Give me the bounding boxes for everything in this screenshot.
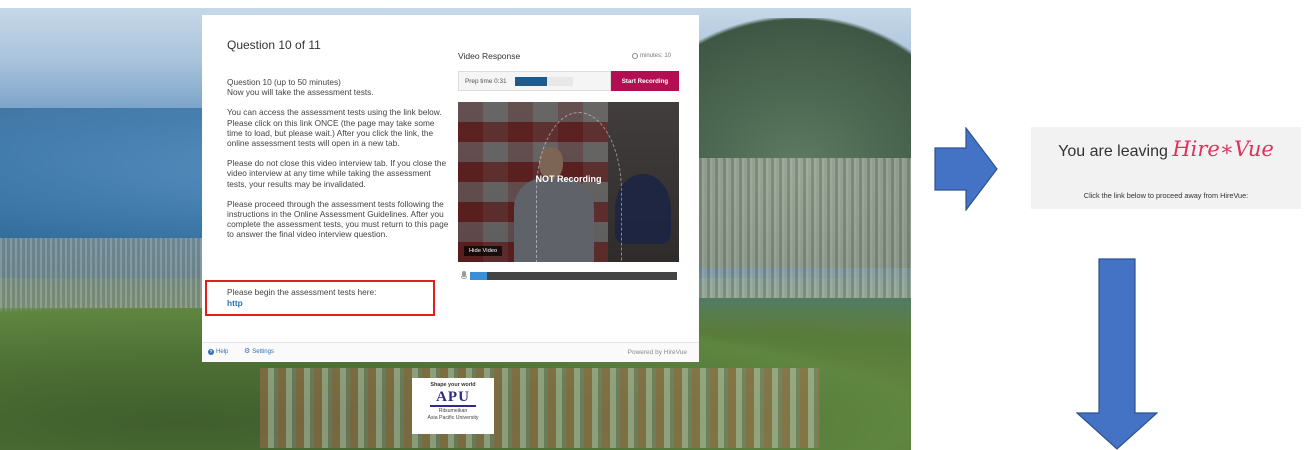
- prep-time-bar: Prep time 0:31: [458, 71, 611, 91]
- question-text: Question 10 (up to 50 minutes) Now you w…: [227, 77, 449, 250]
- arrow-down: [1076, 258, 1158, 450]
- question-paragraph: Please proceed through the assessment te…: [227, 198, 449, 240]
- question-title: Question 10 of 11: [227, 38, 321, 52]
- apu-logo: APU: [430, 389, 476, 407]
- time-limit: minutes: 10: [632, 53, 671, 59]
- prep-progress-track: [515, 77, 573, 86]
- help-link[interactable]: ? Help: [208, 349, 228, 355]
- apu-tagline: Shape your world: [430, 382, 476, 388]
- assessment-link[interactable]: http: [227, 298, 243, 308]
- question-lead: Question 10 (up to 50 minutes) Now you w…: [227, 77, 449, 97]
- apu-sign: Shape your world APU Ritsumeikan Asia Pa…: [412, 378, 494, 434]
- arrow-right: [934, 127, 998, 211]
- help-icon: ?: [208, 349, 214, 355]
- help-label: Help: [216, 349, 229, 355]
- begin-assessment-text: Please begin the assessment tests here:: [227, 287, 377, 297]
- apu-name-line: Ritsumeikan: [438, 408, 468, 414]
- background-campus: [260, 368, 820, 448]
- settings-label: Settings: [252, 349, 274, 355]
- hirevue-screenshot: Question 10 of 11 Question 10 (up to 50 …: [0, 8, 911, 450]
- recording-status: NOT Recording: [535, 174, 602, 184]
- panel-footer: ? Help ⚙ Settings Powered by HireVue: [202, 342, 699, 362]
- question-lead-line: Question 10 (up to 50 minutes): [227, 77, 341, 87]
- clock-icon: [632, 53, 638, 59]
- composite-figure: Question 10 of 11 Question 10 (up to 50 …: [0, 0, 1314, 450]
- question-lead-line: Now you will take the assessment tests.: [227, 87, 374, 98]
- hirevue-logo: Hire∗Vue: [1172, 137, 1274, 161]
- time-limit-label: minutes: 10: [640, 53, 672, 59]
- leaving-prefix: You are leaving: [1058, 143, 1168, 160]
- question-paragraph: Please do not close this video interview…: [227, 158, 447, 189]
- question-paragraph: You can access the assessment tests usin…: [227, 107, 442, 149]
- leaving-notice: You are leaving Hire∗Vue Click the link …: [1031, 127, 1301, 209]
- mic-level-meter: [470, 272, 677, 280]
- leaving-subtext: Click the link below to proceed away fro…: [1083, 191, 1249, 200]
- background-city: [696, 158, 911, 298]
- mic-level-fill: [470, 272, 487, 280]
- prep-progress-fill: [515, 77, 547, 86]
- face-guide-outline: [536, 112, 622, 262]
- video-response-title: Video Response: [458, 51, 521, 61]
- start-recording-button[interactable]: Start Recording: [611, 71, 679, 91]
- background-coast: [0, 238, 205, 318]
- leaving-heading: You are leaving Hire∗Vue: [1031, 137, 1301, 161]
- prep-time-label: Prep time 0:31: [465, 78, 507, 85]
- microphone-icon: [460, 271, 467, 281]
- gear-icon: ⚙: [244, 348, 251, 355]
- hide-video-button[interactable]: Hide Video: [464, 246, 503, 256]
- video-preview: NOT Recording Hide Video: [458, 102, 679, 262]
- interview-panel: Question 10 of 11 Question 10 (up to 50 …: [202, 15, 699, 362]
- apu-name-line: Asia Pacific University: [427, 415, 479, 421]
- microphone-icon-base: [461, 276, 467, 279]
- powered-by: Powered by HireVue: [627, 349, 687, 356]
- settings-link[interactable]: ⚙ Settings: [244, 348, 274, 355]
